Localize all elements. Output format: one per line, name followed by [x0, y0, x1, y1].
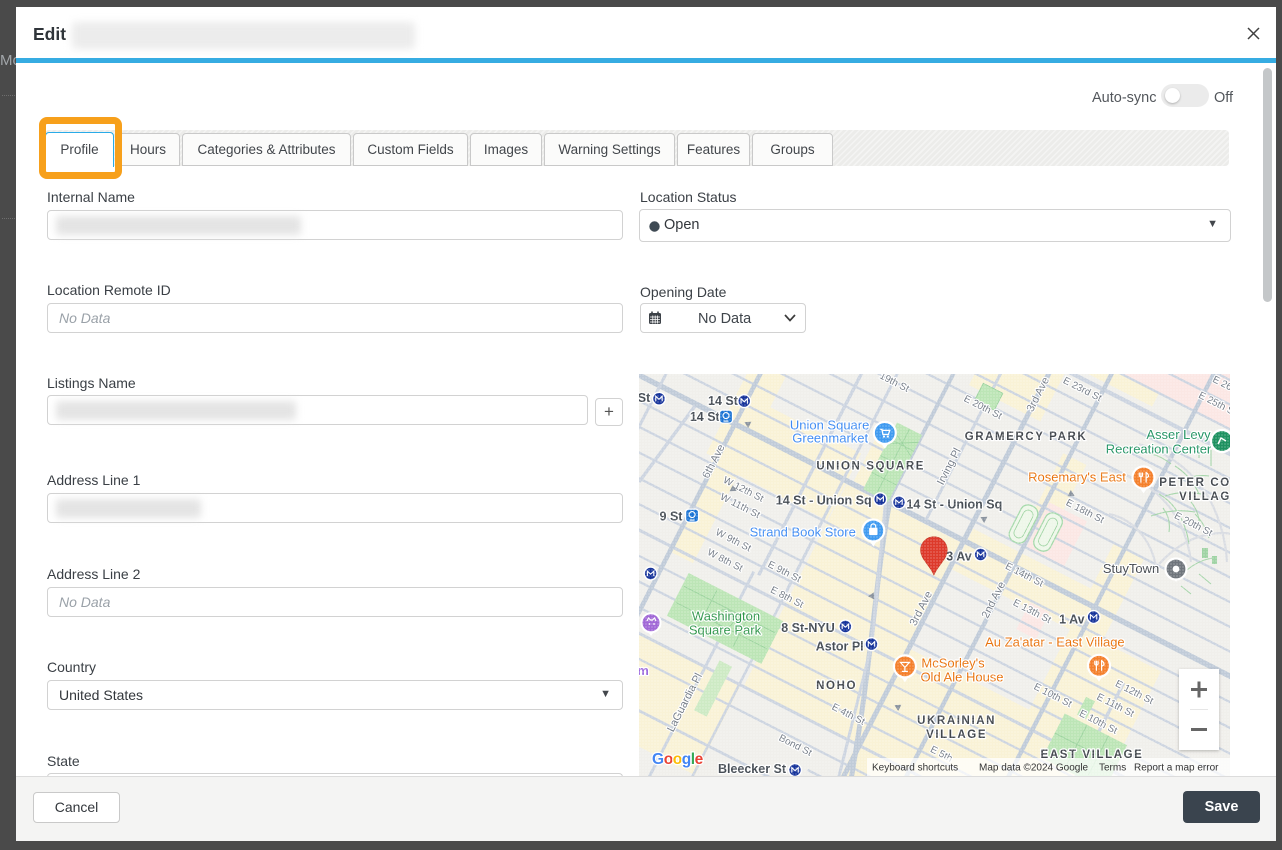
svg-text:Report a map error: Report a map error	[1134, 763, 1219, 774]
svg-text:e: e	[695, 751, 704, 768]
svg-text:G: G	[652, 751, 664, 768]
svg-text:Map data ©2024 Google: Map data ©2024 Google	[979, 763, 1089, 774]
svg-text:Keyboard shortcuts: Keyboard shortcuts	[872, 763, 958, 774]
svg-text:Terms: Terms	[1099, 763, 1126, 774]
